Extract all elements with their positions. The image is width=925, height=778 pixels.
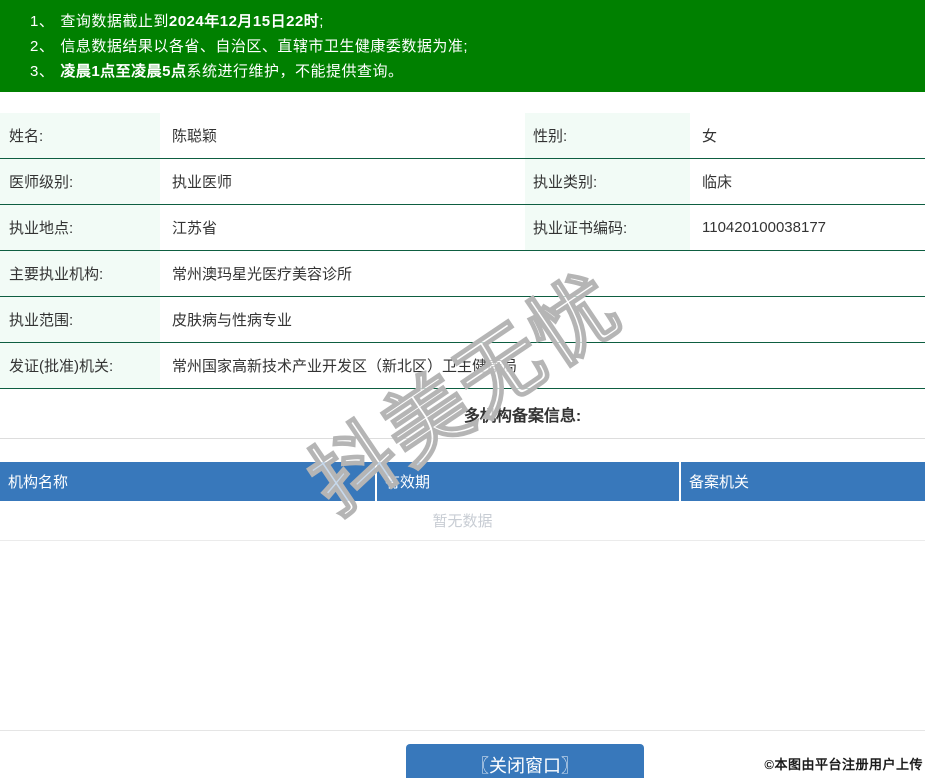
field-label-level: 医师级别:: [0, 159, 160, 204]
table-row-issuing-authority: 发证(批准)机关: 常州国家高新技术产业开发区（新北区）卫生健康局: [0, 343, 925, 389]
field-label-name: 姓名:: [0, 113, 160, 158]
field-value-gender: 女: [690, 113, 925, 158]
notice-banner: 1、查询数据截止到2024年12月15日22时; 2、信息数据结果以各省、自治区…: [0, 0, 925, 92]
field-label-location: 执业地点:: [0, 205, 160, 250]
copyright-stamp: ©本图由平台注册用户上传: [764, 754, 923, 773]
notice-text: 信息数据结果以各省、自治区、直辖市卫生健康委数据为准;: [60, 38, 468, 55]
field-value-level: 执业医师: [160, 159, 525, 204]
field-value-cert-number: 110420100038177: [690, 205, 925, 250]
filing-table-empty-state: 暂无数据: [0, 501, 925, 541]
notice-line-2: 2、信息数据结果以各省、自治区、直辖市卫生健康委数据为准;: [30, 34, 925, 59]
notice-bold-maintenance: 凌晨1点至凌晨5点: [60, 63, 186, 80]
notice-number: 3、: [30, 63, 54, 80]
field-label-cert-number: 执业证书编码:: [525, 205, 690, 250]
field-value-name: 陈聪颖: [160, 113, 525, 158]
table-row-practice-scope: 执业范围: 皮肤病与性病专业: [0, 297, 925, 343]
physician-info-table: 姓名: 陈聪颖 性别: 女 医师级别: 执业医师 执业类别: 临床 执业地点: …: [0, 113, 925, 389]
notice-text: ;: [319, 13, 324, 30]
footer-divider: [0, 730, 925, 731]
field-value-issuer: 常州国家高新技术产业开发区（新北区）卫生健康局: [160, 343, 925, 388]
physician-registration-result-page: 1、查询数据截止到2024年12月15日22时; 2、信息数据结果以各省、自治区…: [0, 0, 925, 778]
table-row-name-gender: 姓名: 陈聪颖 性别: 女: [0, 113, 925, 159]
notice-text: 查询数据截止到: [60, 13, 169, 30]
notice-number: 1、: [30, 13, 54, 30]
notice-bold-date: 2024年12月15日22时: [169, 13, 319, 30]
table-row-main-institution: 主要执业机构: 常州澳玛星光医疗美容诊所: [0, 251, 925, 297]
column-header-institution-name: 机构名称: [0, 462, 375, 501]
close-window-button[interactable]: 〖关闭窗口〗: [406, 744, 644, 778]
notice-number: 2、: [30, 38, 54, 55]
field-value-category: 临床: [690, 159, 925, 204]
multi-institution-section-heading: 多机构备案信息:: [0, 389, 925, 439]
table-row-level-category: 医师级别: 执业医师 执业类别: 临床: [0, 159, 925, 205]
field-value-institution: 常州澳玛星光医疗美容诊所: [160, 251, 925, 296]
field-value-location: 江苏省: [160, 205, 525, 250]
column-header-filing-authority: 备案机关: [679, 462, 925, 501]
field-label-gender: 性别:: [525, 113, 690, 158]
field-label-institution: 主要执业机构:: [0, 251, 160, 296]
notice-line-1: 1、查询数据截止到2024年12月15日22时;: [30, 9, 925, 34]
table-row-location-certno: 执业地点: 江苏省 执业证书编码: 110420100038177: [0, 205, 925, 251]
section-title: 多机构备案信息:: [464, 402, 581, 426]
field-label-scope: 执业范围:: [0, 297, 160, 342]
column-header-validity-period: 有效期: [375, 462, 679, 501]
notice-line-3: 3、凌晨1点至凌晨5点系统进行维护，不能提供查询。: [30, 59, 925, 84]
notice-text: 系统进行维护，不能提供查询。: [187, 63, 404, 80]
field-label-issuer: 发证(批准)机关:: [0, 343, 160, 388]
field-label-category: 执业类别:: [525, 159, 690, 204]
field-value-scope: 皮肤病与性病专业: [160, 297, 925, 342]
filing-table-header: 机构名称 有效期 备案机关: [0, 462, 925, 501]
